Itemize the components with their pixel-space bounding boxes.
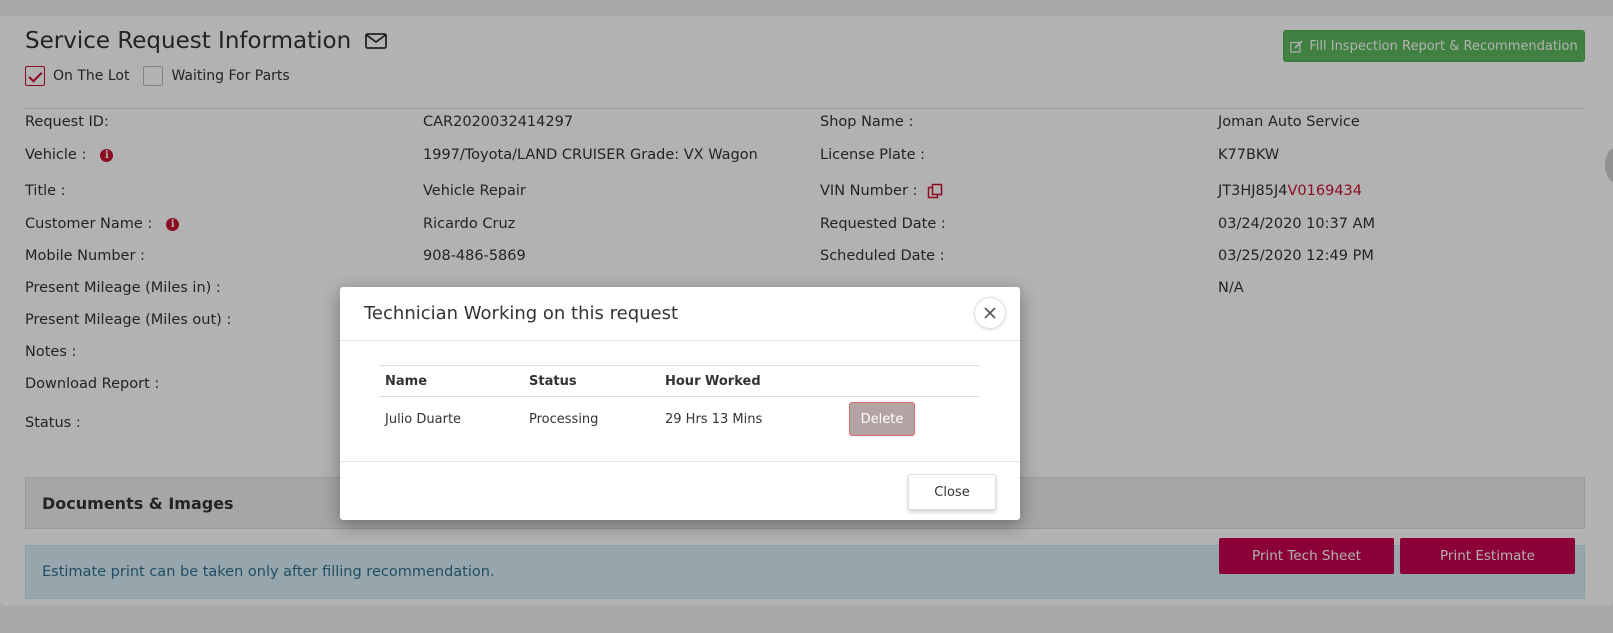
column-name: Name	[385, 373, 428, 389]
close-button[interactable]: Close	[908, 474, 996, 510]
technician-modal: Technician Working on this request Name …	[340, 287, 1020, 520]
modal-title: Technician Working on this request	[364, 303, 679, 324]
modal-footer: Close	[340, 461, 1020, 520]
modal-close-icon-button[interactable]	[974, 297, 1006, 329]
column-status: Status	[529, 373, 577, 389]
technician-table: Name Status Hour Worked Julio Duarte Pro…	[379, 365, 979, 441]
modal-header: Technician Working on this request	[340, 287, 1020, 341]
technician-name: Julio Duarte	[385, 411, 462, 427]
close-icon	[984, 307, 996, 319]
table-header: Name Status Hour Worked	[379, 365, 979, 397]
column-hour-worked: Hour Worked	[665, 373, 761, 389]
technician-hours: 29 Hrs 13 Mins	[665, 411, 763, 427]
technician-status: Processing	[529, 411, 599, 427]
table-row: Julio Duarte Processing 29 Hrs 13 Mins D…	[379, 397, 979, 441]
delete-button[interactable]: Delete	[849, 402, 915, 436]
page: Service Request Information Fill Inspect…	[0, 0, 1613, 633]
